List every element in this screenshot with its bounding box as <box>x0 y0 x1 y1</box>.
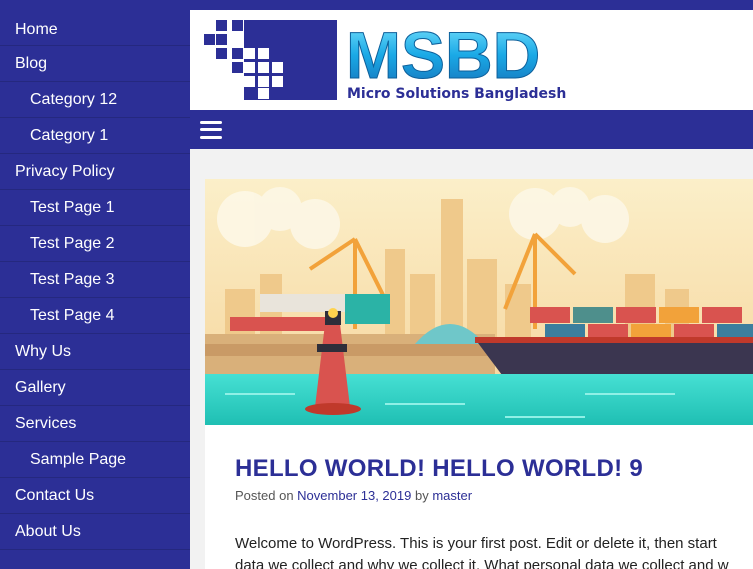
sidebar-item-services[interactable]: Services <box>0 406 190 442</box>
sidebar-item-label: About Us <box>15 522 81 540</box>
logo-wordmark: MSBD <box>346 18 540 92</box>
sidebar-item-label: Category 12 <box>30 90 118 108</box>
sidebar-item-gallery[interactable]: Gallery <box>0 370 190 406</box>
sidebar-item-test-page-3[interactable]: Test Page 3 <box>0 262 190 298</box>
sidebar-item-test-page-4[interactable]: Test Page 4 <box>0 298 190 334</box>
post-excerpt: Welcome to WordPress. This is your first… <box>235 533 753 569</box>
sidebar-item-sample-page[interactable]: Sample Page <box>0 442 190 478</box>
sidebar-item-label: Privacy Policy <box>15 162 115 180</box>
main-navbar <box>190 110 753 149</box>
post-title[interactable]: HELLO WORLD! HELLO WORLD! 9 <box>235 455 643 483</box>
sidebar-item-blog[interactable]: Blog <box>0 46 190 82</box>
sidebar-menu: Home Blog Category 12 Category 1 Privacy Pol… <box>0 0 190 569</box>
by-label: by <box>414 488 429 503</box>
msbd-logo-icon: MSBD Micro Solutions Bangladesh <box>204 18 566 102</box>
sidebar-item-category-12[interactable]: Category 12 <box>0 82 190 118</box>
sidebar-item-home[interactable]: Home <box>0 14 190 46</box>
sidebar-item-label: Why Us <box>15 342 71 360</box>
sidebar-item-label: Services <box>15 414 77 432</box>
sidebar-item-label: Test Page 3 <box>30 270 115 288</box>
hamburger-icon[interactable] <box>200 120 222 139</box>
sidebar-item-label: Sample Page <box>30 450 127 468</box>
sidebar-item-contact-us[interactable]: Contact Us <box>0 478 190 514</box>
logo-tagline: Micro Solutions Bangladesh <box>347 86 566 102</box>
sidebar-item-test-page-1[interactable]: Test Page 1 <box>0 190 190 226</box>
featured-image[interactable] <box>205 179 753 425</box>
sidebar-item-label: Test Page 1 <box>30 198 115 216</box>
posted-on-label: Posted on <box>235 488 294 503</box>
post-author-link[interactable]: master <box>432 488 472 503</box>
excerpt-line: data we collect and why we collect it. W… <box>235 557 729 569</box>
sidebar-item-label: Contact Us <box>15 486 95 504</box>
sidebar-item-label: Test Page 2 <box>30 234 115 252</box>
post-meta: Posted on November 13, 2019 by master <box>235 488 472 503</box>
sidebar-item-why-us[interactable]: Why Us <box>0 334 190 370</box>
sidebar-item-label: Category 1 <box>30 126 109 144</box>
sidebar-item-test-page-2[interactable]: Test Page 2 <box>0 226 190 262</box>
blog-post: HELLO WORLD! HELLO WORLD! 9 Posted on No… <box>205 179 753 569</box>
sidebar-item-label: Blog <box>15 54 48 72</box>
sidebar-item-about-us[interactable]: About Us <box>0 514 190 550</box>
excerpt-line: Welcome to WordPress. This is your first… <box>235 535 717 552</box>
site-header: MSBD Micro Solutions Bangladesh <box>190 0 753 149</box>
header-top-bar <box>190 0 753 10</box>
sidebar-item-label: Test Page 4 <box>30 306 115 324</box>
sidebar-item-label: Gallery <box>15 378 66 396</box>
post-date-link[interactable]: November 13, 2019 <box>297 488 411 503</box>
harbor-illustration <box>205 179 753 425</box>
sidebar-item-label: Home <box>15 20 58 38</box>
sidebar-item-privacy-policy[interactable]: Privacy Policy <box>0 154 190 190</box>
sidebar-item-category-1[interactable]: Category 1 <box>0 118 190 154</box>
site-logo[interactable]: MSBD Micro Solutions Bangladesh <box>204 18 604 102</box>
main-content: HELLO WORLD! HELLO WORLD! 9 Posted on No… <box>190 149 753 569</box>
